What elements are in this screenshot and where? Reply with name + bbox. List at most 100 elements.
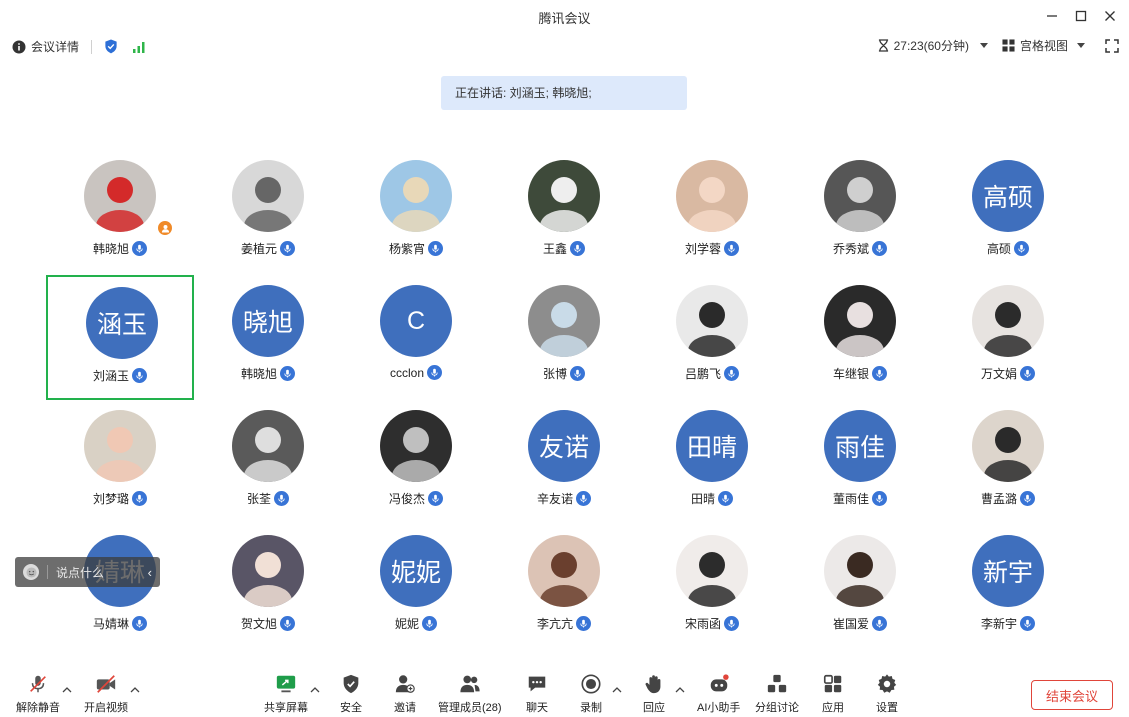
participant-name-row: 李新宇 [934, 615, 1082, 632]
mic-muted-icon [26, 672, 50, 696]
chevron-down-icon [979, 43, 988, 48]
ai-assistant-button[interactable]: AI小助手 [697, 672, 740, 715]
participant-tile[interactable]: 雨佳 董雨佳 [786, 400, 934, 525]
start-video-button[interactable]: 开启视频 [84, 672, 128, 715]
close-button[interactable] [1096, 4, 1124, 28]
participant-tile[interactable]: 刘梦璐 [46, 400, 194, 525]
chat-button[interactable]: 聊天 [525, 672, 549, 715]
meeting-details-button[interactable]: 会议详情 [12, 38, 79, 55]
participant-name: 崔国爱 [832, 617, 869, 631]
participant-tile[interactable]: 田晴 田晴 [638, 400, 786, 525]
participant-tile[interactable]: 刘学蓉 [638, 150, 786, 275]
chevron-up-icon[interactable] [310, 686, 320, 694]
settings-button[interactable]: 设置 [875, 672, 899, 715]
participant-tile[interactable]: 韩晓旭 [46, 150, 194, 275]
security-button[interactable]: 安全 [339, 672, 363, 715]
avatar-initials: 妮妮 [390, 559, 441, 587]
participant-tile[interactable]: 高硕 高硕 [934, 150, 1082, 275]
participant-tile[interactable]: 宋雨函 [638, 525, 786, 650]
participant-name-row: 妮妮 [342, 615, 490, 632]
avatar-initials: 友诺 [538, 434, 589, 462]
chevron-up-icon[interactable] [130, 686, 140, 694]
participant-name: 田晴 [690, 492, 715, 506]
participant-name-row: 冯俊杰 [342, 490, 490, 507]
mic-icon [576, 616, 591, 631]
participant-name: 车继银 [832, 367, 869, 381]
chat-placeholder[interactable]: 说点什么 [56, 564, 104, 581]
participant-tile[interactable]: 杨紫宵 [342, 150, 490, 275]
participant-tile[interactable]: 万文娟 [934, 275, 1082, 400]
avatar [528, 535, 600, 607]
breakout-button[interactable]: 分组讨论 [755, 672, 799, 715]
participant-tile[interactable]: 姜植元 [194, 150, 342, 275]
apps-button[interactable]: 应用 [821, 672, 845, 715]
grid-view-icon [1002, 39, 1015, 52]
participant-tile[interactable]: 张博 [490, 275, 638, 400]
participant-name-row: 刘学蓉 [638, 240, 786, 257]
shield-icon[interactable] [104, 39, 118, 54]
minimize-icon [1047, 15, 1057, 17]
mic-icon [872, 491, 887, 506]
signal-icon[interactable] [132, 40, 146, 54]
participant-tile[interactable]: 冯俊杰 [342, 400, 490, 525]
apps-label: 应用 [822, 702, 844, 714]
participant-name-row: 吕鹏飞 [638, 365, 786, 382]
avatar-initials: 涵玉 [96, 311, 147, 339]
participant-tile[interactable]: 新宇 李新宇 [934, 525, 1082, 650]
invite-button[interactable]: 邀请 [393, 672, 417, 715]
avatar [232, 535, 304, 607]
minimize-button[interactable] [1038, 4, 1066, 28]
chevron-left-icon[interactable]: ‹ [148, 565, 152, 580]
breakout-icon [765, 672, 789, 696]
members-icon [458, 672, 482, 696]
chat-quick-input[interactable]: 说点什么 ‹ [15, 557, 160, 587]
participant-tile[interactable]: 婧琳马婧琳 [46, 525, 194, 650]
avatar: 高硕 [972, 160, 1044, 232]
participant-tile[interactable]: 曹孟潞 [934, 400, 1082, 525]
participant-name: 马婧琳 [92, 617, 129, 631]
participant-tile[interactable]: 王鑫 [490, 150, 638, 275]
manage-members-button[interactable]: 管理成员(28) [438, 672, 502, 715]
mic-icon [132, 616, 147, 631]
share-screen-button[interactable]: 共享屏幕 [264, 672, 308, 715]
react-button[interactable]: 回应 [642, 672, 666, 715]
participant-tile[interactable]: 崔国爱 [786, 525, 934, 650]
participant-tile[interactable]: 涵玉 刘涵玉 [46, 275, 194, 400]
participant-name: 杨紫宵 [388, 242, 425, 256]
participant-tile[interactable]: Cccclon [342, 275, 490, 400]
participant-tile[interactable]: 乔秀斌 [786, 150, 934, 275]
react-label: 回应 [643, 702, 665, 714]
unmute-button[interactable]: 解除静音 [16, 672, 60, 715]
avatar: 雨佳 [824, 410, 896, 482]
participant-tile[interactable]: 妮妮 妮妮 [342, 525, 490, 650]
participant-tile[interactable]: 张荃 [194, 400, 342, 525]
meeting-timer[interactable]: 27:23(60分钟) [878, 37, 988, 54]
participant-tile[interactable]: 友诺 辛友诺 [490, 400, 638, 525]
chevron-up-icon[interactable] [612, 686, 622, 694]
robot-icon [707, 672, 731, 696]
maximize-button[interactable] [1067, 4, 1095, 28]
record-button[interactable]: 录制 [579, 672, 603, 715]
participant-tile[interactable]: 贺文旭 [194, 525, 342, 650]
participant-tile[interactable]: 李亢亢 [490, 525, 638, 650]
emoji-icon[interactable] [23, 564, 39, 580]
fullscreen-icon[interactable] [1105, 38, 1119, 53]
mic-icon [1020, 616, 1035, 631]
chevron-up-icon[interactable] [675, 686, 685, 694]
participant-tile[interactable]: 晓旭 韩晓旭 [194, 275, 342, 400]
avatar-initials: C [406, 306, 426, 335]
avatar-initials: 田晴 [686, 434, 737, 462]
participant-name-row: 韩晓旭 [194, 365, 342, 382]
participant-tile[interactable]: 车继银 [786, 275, 934, 400]
avatar-photo [824, 160, 896, 232]
participant-tile[interactable]: 吕鹏飞 [638, 275, 786, 400]
info-bar: 会议详情 27:23(60分钟) 宫格视图 [0, 32, 1129, 60]
participant-name-row: 田晴 [638, 490, 786, 507]
view-mode-button[interactable]: 宫格视图 [1002, 37, 1085, 54]
avatar-photo [528, 535, 600, 607]
avatar: 新宇 [972, 535, 1044, 607]
mic-icon [274, 491, 289, 506]
end-meeting-button[interactable]: 结束会议 [1031, 680, 1113, 710]
avatar-initials: 新宇 [982, 559, 1033, 587]
chevron-up-icon[interactable] [62, 686, 72, 694]
